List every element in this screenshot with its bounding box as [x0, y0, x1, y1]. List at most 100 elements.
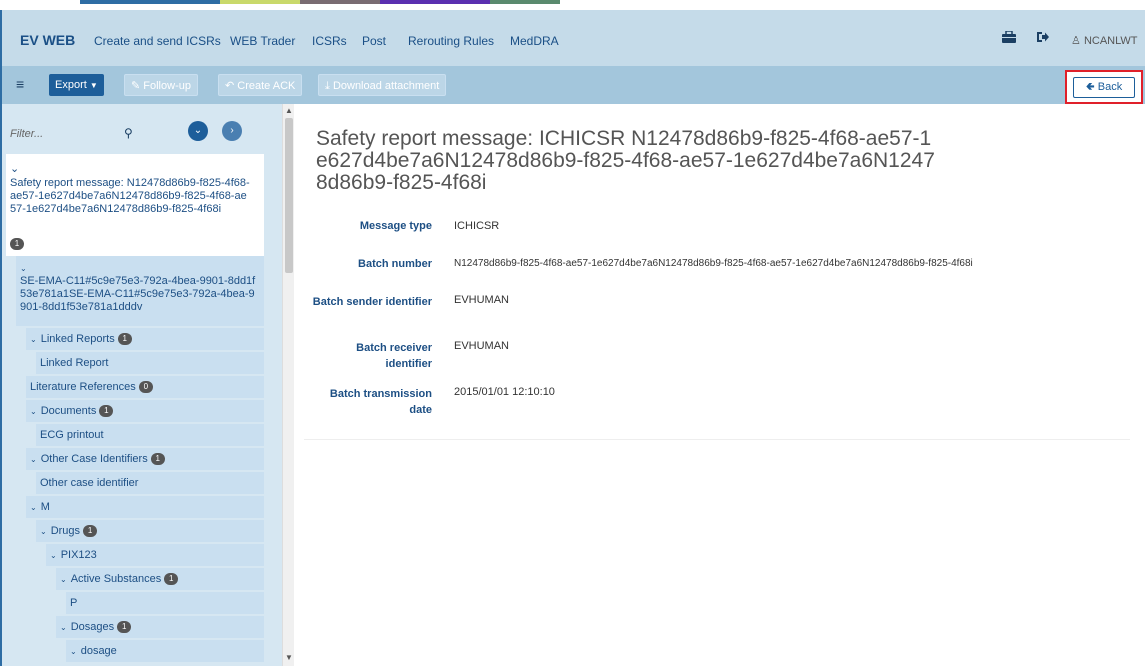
count-badge: 1 — [150, 453, 165, 466]
chevron-down-icon: ⌄ — [50, 551, 57, 560]
nav-link-meddra[interactable]: MedDRA — [510, 34, 559, 48]
brand-link[interactable]: EV WEB — [20, 32, 75, 48]
tree-item-label: Drugs — [50, 525, 81, 537]
download-icon: ⤓ — [325, 80, 330, 92]
sidebar-scrollbar[interactable]: ▲ ▼ — [282, 104, 294, 666]
detail-panel: Safety report message: ICHICSR N12478d86… — [304, 116, 1130, 440]
count-badge: 1 — [164, 573, 179, 586]
root-node-label: Safety report message: N12478d86b9-f825-… — [10, 177, 250, 215]
count-badge: 1 — [99, 405, 114, 418]
chevron-down-icon: ⌄ — [20, 264, 27, 273]
user-menu[interactable]: ♙ NCANLWT — [1071, 34, 1138, 47]
tree-item-label: ECG printout — [40, 429, 104, 441]
tree-item-label: Linked Report — [40, 357, 109, 369]
tree-item-documents[interactable]: ⌄ Documents 1 — [26, 400, 264, 422]
toolbar: ≡ Export ▼ ✎ Follow-up ↶ Create ACK ⤓ Do… — [0, 66, 1145, 104]
export-button[interactable]: Export ▼ — [49, 74, 104, 96]
chevron-down-icon: ⌄ — [30, 503, 37, 512]
tree-item-label: Other case identifier — [40, 477, 139, 489]
count-badge: 0 — [138, 381, 153, 394]
filter-input[interactable]: Filter... — [10, 128, 43, 140]
export-label: Export — [55, 79, 87, 91]
arrow-left-icon: 🢀 — [1085, 81, 1095, 93]
download-attachment-button[interactable]: ⤓ Download attachment — [318, 74, 447, 96]
tree-item-label: dosage — [80, 645, 117, 657]
tree-item-label: Other Case Identifiers — [40, 453, 148, 465]
create-ack-label: Create ACK — [237, 80, 296, 92]
nav-link-web-trader[interactable]: WEB Trader — [230, 34, 295, 48]
tree-root-node[interactable]: ⌄ Safety report message: N12478d86b9-f82… — [6, 154, 264, 256]
back-label: Back — [1097, 81, 1123, 93]
scrollbar-thumb[interactable] — [285, 118, 293, 273]
root-node-badge: 1 — [10, 238, 24, 251]
top-nav-bar: EV WEB Create and send ICSRs WEB Trader … — [0, 10, 1145, 66]
follow-up-button[interactable]: ✎ Follow-up — [124, 74, 198, 96]
tree-item-label: Literature References — [30, 381, 136, 393]
tree-item-label: Linked Reports — [40, 333, 115, 345]
strip-segment — [300, 0, 380, 4]
field-value-batch-receiver-identifier: EVHUMAN — [454, 340, 510, 352]
tree-item-ecg-printout[interactable]: ECG printout — [36, 424, 264, 446]
reply-icon: ↶ — [225, 80, 235, 92]
tree-item-p[interactable]: P — [66, 592, 264, 614]
strip-segment — [80, 0, 220, 4]
tree-item-drugs[interactable]: ⌄ Drugs 1 — [36, 520, 264, 542]
field-value-batch-number: N12478d86b9-f825-4f68-ae57-1e627d4be7a6N… — [454, 258, 973, 269]
report-node-label: SE-EMA-C11#5c9e75e3-792a-4bea-9901-8dd1f… — [20, 275, 256, 313]
strip-segment — [490, 0, 560, 4]
tree-report-node[interactable]: ⌄ SE-EMA-C11#5c9e75e3-792a-4bea-9901-8dd… — [16, 256, 264, 326]
tree-item-other-case-identifier[interactable]: Other case identifier — [36, 472, 264, 494]
tree-item-dosages[interactable]: ⌄ Dosages 1 — [56, 616, 264, 638]
tree-item-m[interactable]: ⌄ M — [26, 496, 264, 518]
sign-out-icon[interactable] — [1036, 30, 1049, 46]
tree-item-label: M — [40, 501, 50, 513]
hamburger-icon[interactable]: ≡ — [16, 76, 24, 92]
chevron-down-icon: ⌄ — [60, 575, 67, 584]
filter-bar: Filter... ⚲ ⌄ › — [2, 104, 264, 154]
create-ack-button[interactable]: ↶ Create ACK — [218, 74, 303, 96]
tree-item-active-substances[interactable]: ⌄ Active Substances 1 — [56, 568, 264, 590]
expand-all-icon[interactable]: ⌄ — [188, 121, 208, 141]
tree-item-other-case-identifiers[interactable]: ⌄ Other Case Identifiers 1 — [26, 448, 264, 470]
strip-segment — [380, 0, 490, 4]
chevron-down-icon: ⌄ — [30, 455, 37, 464]
tree-item-literature-references[interactable]: Literature References 0 — [26, 376, 264, 398]
briefcase-icon[interactable] — [1002, 30, 1016, 46]
count-badge: 1 — [117, 621, 132, 634]
collapse-right-icon[interactable]: › — [222, 121, 242, 141]
nav-link-icsrs[interactable]: ICSRs — [312, 34, 347, 48]
field-value-batch-sender-identifier: EVHUMAN — [454, 294, 510, 306]
chevron-down-icon: ⌄ — [70, 647, 77, 656]
tree-item-label: P — [70, 597, 78, 609]
top-color-strip — [0, 0, 1145, 10]
tree-item-dosage[interactable]: ⌄ dosage — [66, 640, 264, 662]
page-title: Safety report message: ICHICSR N12478d86… — [316, 127, 935, 194]
username-label: NCANLWT — [1083, 35, 1138, 47]
tree-item-label: Active Substances — [70, 573, 162, 585]
tree-item-linked-reports[interactable]: ⌄ Linked Reports 1 — [26, 328, 264, 350]
scroll-up-icon[interactable]: ▲ — [285, 106, 293, 115]
nav-link-post[interactable]: Post — [362, 34, 386, 48]
field-label-message-type: Message type — [359, 220, 432, 232]
field-label-batch-number: Batch number — [358, 258, 432, 270]
user-icon: ♙ — [1071, 35, 1081, 47]
tree-item-linked-report[interactable]: Linked Report — [36, 352, 264, 374]
follow-up-label: Follow-up — [143, 80, 191, 92]
count-badge: 1 — [117, 333, 132, 346]
field-label-batch-transmission-date: Batch transmission date — [329, 388, 432, 416]
download-attachment-label: Download attachment — [332, 80, 440, 92]
search-icon[interactable]: ⚲ — [124, 126, 133, 140]
nav-link-rerouting-rules[interactable]: Rerouting Rules — [408, 34, 494, 48]
field-value-message-type: ICHICSR — [454, 220, 500, 232]
chevron-down-icon: ⌄ — [40, 527, 47, 536]
count-badge: 1 — [83, 525, 98, 538]
chevron-down-icon: ⌄ — [30, 407, 37, 416]
nav-link-create-send[interactable]: Create and send ICSRs — [94, 34, 221, 48]
tree-item-pix123[interactable]: ⌄ PIX123 — [46, 544, 264, 566]
edit-icon: ✎ — [131, 80, 141, 92]
field-label-batch-receiver-identifier: Batch receiver identifier — [356, 342, 432, 370]
chevron-down-icon: ⌄ — [10, 163, 20, 175]
caret-down-icon: ▼ — [89, 81, 98, 90]
scroll-down-icon[interactable]: ▼ — [285, 653, 293, 662]
back-button[interactable]: 🢀 Back — [1073, 77, 1135, 98]
